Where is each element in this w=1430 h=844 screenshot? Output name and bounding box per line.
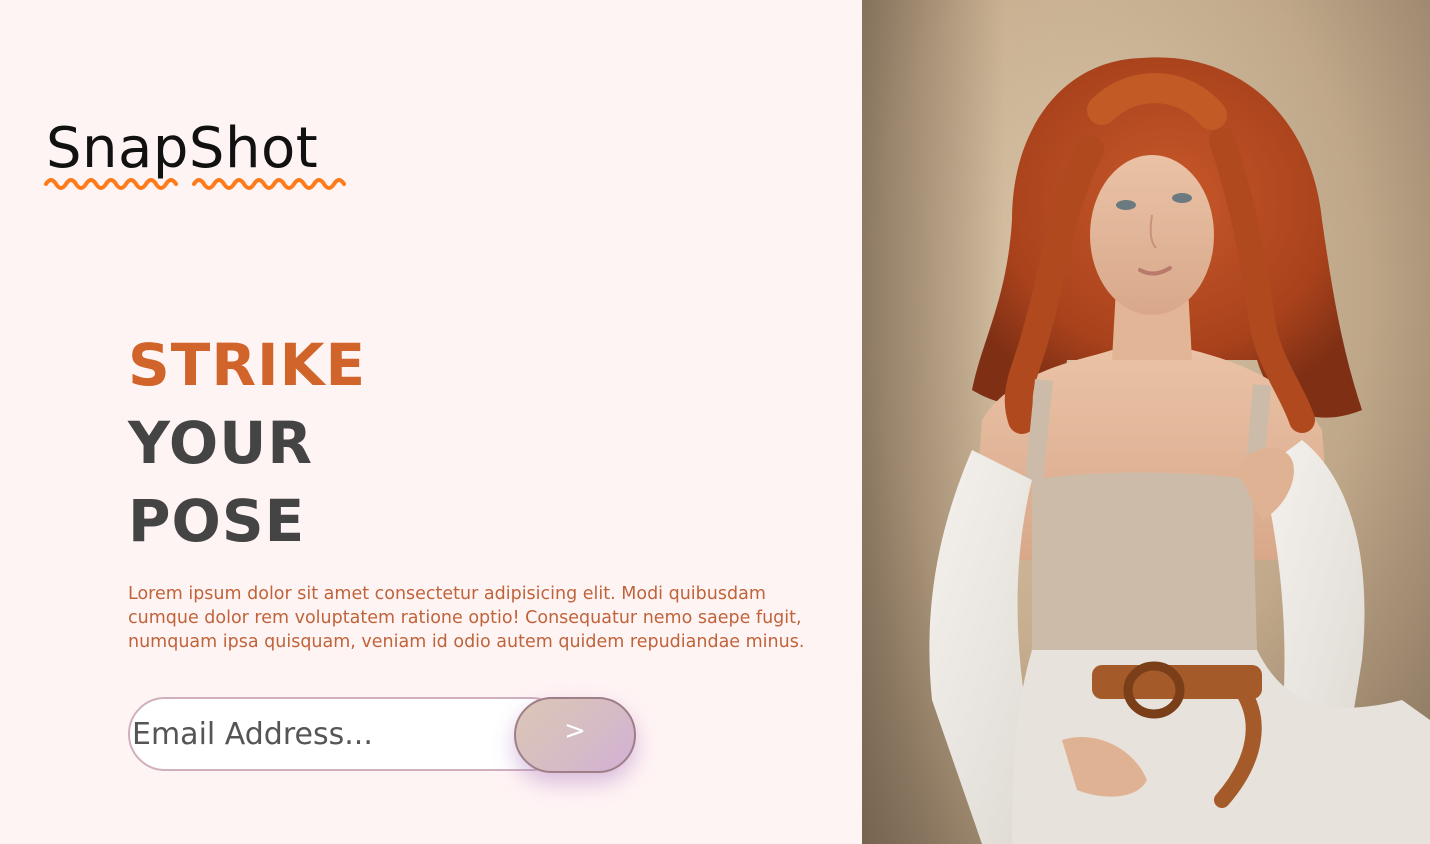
email-input[interactable] bbox=[128, 697, 568, 771]
brand-name: SnapShot bbox=[46, 116, 319, 181]
hero-headline: STRIKE YOUR POSE bbox=[128, 326, 366, 560]
submit-button[interactable]: > bbox=[514, 697, 636, 773]
hero-photo bbox=[862, 0, 1430, 844]
hero-description: Lorem ipsum dolor sit amet consectetur a… bbox=[128, 584, 805, 652]
wave-underline-icon bbox=[44, 178, 346, 190]
portrait-photo-icon bbox=[862, 0, 1430, 844]
subscribe-form: > bbox=[128, 697, 636, 775]
headline-line-3: POSE bbox=[128, 487, 306, 555]
brand-logo[interactable]: SnapShot bbox=[44, 116, 376, 196]
hero-panel: SnapShot STRIKE YOUR POSE Lorem ipsum do… bbox=[0, 0, 862, 844]
landing-page: SnapShot STRIKE YOUR POSE Lorem ipsum do… bbox=[0, 0, 1430, 844]
headline-line-2: YOUR bbox=[128, 409, 313, 477]
headline-line-1: STRIKE bbox=[128, 331, 367, 399]
